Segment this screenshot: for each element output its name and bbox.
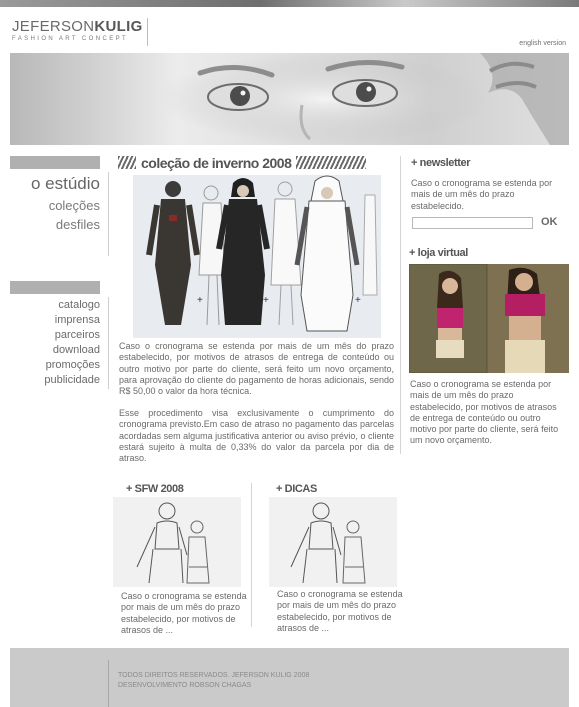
- nav-item-publicidade[interactable]: publicidade: [44, 374, 100, 386]
- newsletter-title: + newsletter: [411, 157, 471, 169]
- footer-divider: [108, 660, 109, 707]
- sfw-text: Caso o cronograma se estenda por mais de…: [121, 591, 247, 635]
- loja-virtual-title: + loja virtual: [409, 247, 468, 259]
- svg-text:+: +: [197, 295, 203, 306]
- footer: TODOS DIREITOS RESERVADOS. JEFERSON KULI…: [10, 648, 569, 707]
- top-stripe: [0, 0, 579, 7]
- title-stripes-left: [118, 156, 136, 170]
- footer-copyright: TODOS DIREITOS RESERVADOS. JEFERSON KULI…: [118, 672, 310, 679]
- english-version-link[interactable]: english version: [519, 40, 566, 47]
- nav-divider: [108, 297, 109, 389]
- nav-item-download[interactable]: download: [53, 344, 100, 356]
- dicas-text: Caso o cronograma se estenda por mais de…: [277, 589, 403, 633]
- newsletter-ok-button[interactable]: OK: [541, 216, 558, 228]
- logo-tagline: FASHION ART CONCEPT: [12, 36, 129, 42]
- nav-item-colecoes[interactable]: coleções: [49, 198, 100, 213]
- collection-illustration[interactable]: + + +: [133, 175, 381, 338]
- nav-primary-header-bar: [10, 156, 100, 169]
- collection-paragraph-2: Esse procedimento visa exclusivamente o …: [119, 408, 394, 464]
- right-column-divider: [400, 156, 401, 454]
- svg-text:+: +: [355, 295, 361, 306]
- dicas-title: + DICAS: [276, 483, 317, 495]
- nav-item-o-estudio[interactable]: o estúdio: [31, 174, 100, 194]
- nav-item-catalogo[interactable]: catalogo: [58, 299, 100, 311]
- nav-secondary-header-bar: [10, 281, 100, 294]
- header-banner-image: [10, 53, 569, 145]
- footer-credits: TODOS DIREITOS RESERVADOS. JEFERSON KULI…: [118, 671, 309, 691]
- site-logo[interactable]: JEFERSONKULIG FASHION ART CONCEPT: [12, 18, 148, 46]
- nav-divider: [108, 172, 109, 256]
- sfw-illustration[interactable]: [113, 497, 241, 587]
- svg-text:+: +: [263, 295, 269, 306]
- logo-wordmark: JEFERSONKULIG: [12, 18, 143, 35]
- title-stripes-right: [296, 156, 367, 170]
- newsletter-email-input[interactable]: [412, 217, 533, 229]
- newsletter-text: Caso o cronograma se estenda por mais de…: [411, 178, 553, 211]
- nav-item-desfiles[interactable]: desfiles: [56, 217, 100, 232]
- loja-virtual-image[interactable]: [409, 264, 569, 373]
- sfw-title: + SFW 2008: [126, 483, 184, 495]
- loja-virtual-text: Caso o cronograma se estenda por mais de…: [410, 379, 559, 446]
- collection-paragraph-1: Caso o cronograma se estenda por mais de…: [119, 341, 394, 397]
- nav-item-parceiros[interactable]: parceiros: [55, 329, 100, 341]
- collection-title-text: coleção de inverno 2008: [141, 154, 292, 171]
- collection-title: coleção de inverno 2008: [118, 154, 388, 172]
- dicas-illustration[interactable]: [269, 497, 397, 587]
- nav-item-imprensa[interactable]: imprensa: [55, 314, 100, 326]
- nav-item-promocoes[interactable]: promoções: [46, 359, 100, 371]
- footer-developer: DESENVOLVIMENTO ROBSON CHAGAS: [118, 682, 252, 689]
- bottom-divider: [251, 483, 252, 627]
